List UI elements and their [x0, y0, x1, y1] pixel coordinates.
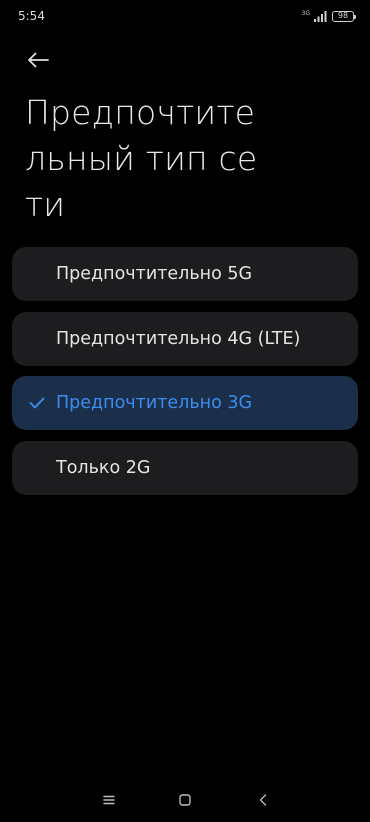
battery-icon: 98 [332, 10, 356, 22]
option-3g[interactable]: Предпочтительно 3G [12, 376, 358, 430]
option-label: Предпочтительно 3G [56, 393, 253, 413]
menu-icon [103, 795, 115, 805]
battery-level: 98 [337, 11, 349, 20]
nav-back-button[interactable] [251, 790, 275, 810]
signal-icon [314, 11, 327, 22]
option-label: Только 2G [56, 457, 151, 478]
status-indicators: 3G 98 [301, 9, 356, 23]
status-time: 5:54 [18, 9, 45, 23]
option-label: Предпочтительно 4G (LTE) [56, 328, 301, 349]
arrow-left-icon [28, 52, 49, 68]
network-type-options: Предпочтительно 5G Предпочтительно 4G (L… [12, 247, 358, 505]
option-2g-only[interactable]: Только 2G [12, 440, 358, 495]
checkmark-icon [28, 394, 46, 412]
menu-button[interactable] [97, 790, 121, 810]
page-title: Предпочтительный тип сети [25, 93, 258, 224]
home-icon [179, 794, 191, 806]
network-type-label: 3G [301, 9, 310, 17]
navigation-bar [0, 780, 370, 822]
home-button[interactable] [173, 790, 197, 810]
back-button[interactable] [22, 46, 54, 74]
status-bar: 5:54 3G 98 [0, 0, 370, 30]
option-4g-lte[interactable]: Предпочтительно 4G (LTE) [12, 311, 358, 366]
option-5g[interactable]: Предпочтительно 5G [12, 247, 358, 301]
option-label: Предпочтительно 5G [56, 264, 253, 284]
back-icon [259, 794, 267, 806]
